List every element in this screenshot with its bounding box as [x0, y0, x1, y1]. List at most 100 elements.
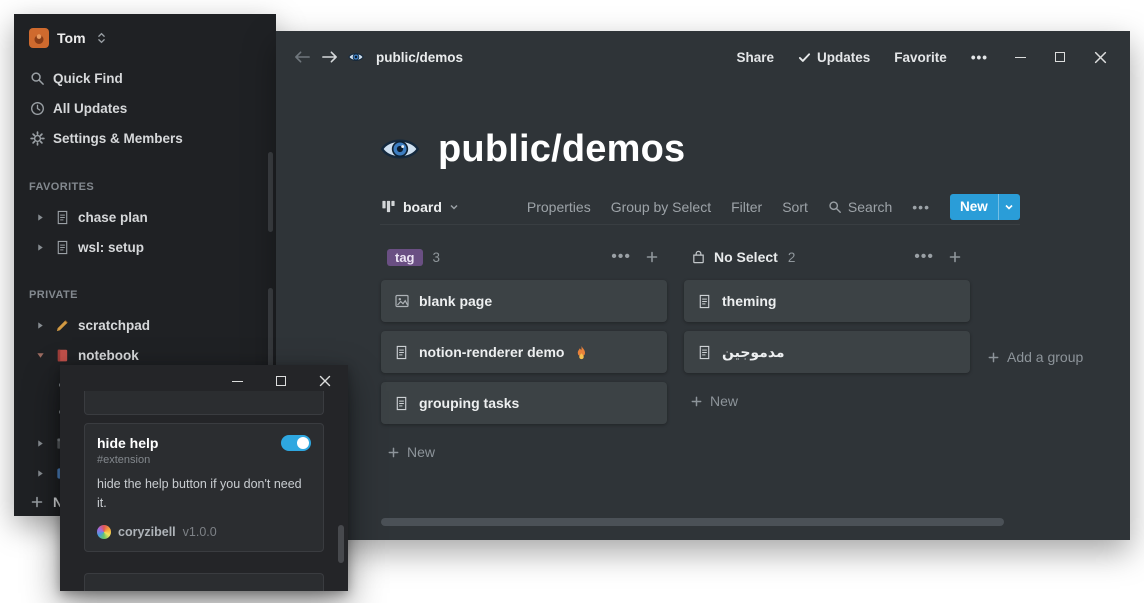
sidebar-page-label: chase plan: [78, 209, 148, 225]
expand-toggle-icon[interactable]: [34, 213, 46, 222]
page-title: public/demos: [438, 127, 686, 170]
updates-button[interactable]: Updates: [798, 50, 870, 65]
sidebar-item-label: Settings & Members: [53, 130, 183, 146]
view-more-button[interactable]: •••: [912, 199, 930, 215]
sidebar-page-chase-plan[interactable]: chase plan: [14, 203, 276, 231]
sidebar-scrollbar-thumb[interactable]: [268, 152, 273, 232]
group-header: No Select 2 •••: [684, 243, 970, 271]
group-add-card-button[interactable]: [645, 250, 659, 264]
close-button[interactable]: [318, 375, 332, 387]
red-book-icon: [54, 348, 70, 363]
search-label: Search: [847, 198, 893, 215]
expand-toggle-icon[interactable]: [34, 439, 46, 448]
back-button[interactable]: [294, 50, 311, 64]
close-button[interactable]: [1092, 51, 1108, 64]
group-name-label: No Select: [714, 249, 778, 265]
gear-icon: [29, 130, 45, 146]
fire-emoji: [573, 345, 590, 360]
group-add-card-button[interactable]: [948, 250, 962, 264]
board-card-grouping-tasks[interactable]: grouping tasks: [381, 382, 667, 424]
board-card-theming[interactable]: theming: [684, 280, 970, 322]
view-switcher-board[interactable]: board: [380, 199, 459, 215]
search-icon: [828, 200, 842, 214]
minimize-button[interactable]: [230, 380, 244, 382]
titlebar-actions: Share Updates Favorite •••: [736, 50, 1108, 65]
favorites-section-header: FAVORITES: [29, 181, 95, 193]
filter-button[interactable]: Filter: [731, 199, 762, 215]
group-name[interactable]: No Select: [690, 249, 778, 265]
new-button[interactable]: New: [949, 193, 1020, 220]
sidebar-page-label: scratchpad: [78, 317, 151, 333]
chevron-down-icon[interactable]: [999, 202, 1020, 212]
desktop: Tom Quick Find All Updates Settings & Me…: [0, 0, 1144, 603]
extension-popup-window: hide help #extension hide the help butto…: [60, 365, 348, 591]
share-button[interactable]: Share: [736, 50, 774, 65]
workspace-name: Tom: [57, 30, 86, 46]
chevron-down-icon: [449, 202, 459, 212]
extension-tag: #extension: [97, 454, 151, 466]
pencil-icon: [54, 318, 70, 333]
board-card-notion-renderer-demo[interactable]: notion-renderer demo: [381, 331, 667, 373]
page-eye-icon[interactable]: [380, 129, 420, 169]
sidebar-item-all-updates[interactable]: All Updates: [14, 94, 276, 122]
workspace-switcher[interactable]: Tom: [14, 24, 276, 52]
card-title: theming: [722, 293, 777, 309]
sort-button[interactable]: Sort: [782, 199, 808, 215]
sidebar-page-scratchpad[interactable]: scratchpad: [14, 311, 276, 339]
more-button[interactable]: •••: [971, 50, 988, 65]
add-group-label: Add a group: [1007, 349, 1084, 365]
add-card-label: New: [407, 444, 436, 460]
sidebar-page-wsl-setup[interactable]: wsl: setup: [14, 233, 276, 261]
popup-scrollbar-thumb[interactable]: [338, 525, 344, 563]
favorite-button[interactable]: Favorite: [894, 50, 947, 65]
group-more-button[interactable]: •••: [611, 248, 631, 266]
extension-card-partial[interactable]: [84, 573, 324, 591]
hide-help-toggle[interactable]: [281, 435, 311, 451]
add-card-label: New: [710, 393, 739, 409]
horizontal-scrollbar-thumb[interactable]: [381, 518, 1004, 526]
forward-button[interactable]: [321, 50, 338, 64]
group-header: tag 3 •••: [381, 243, 667, 271]
group-by-button[interactable]: Group by Select: [611, 199, 711, 215]
add-card-button[interactable]: New: [684, 387, 970, 415]
board-view: tag 3 ••• blank page notion-renderer dem…: [381, 243, 1144, 466]
minimize-button[interactable]: [1012, 56, 1028, 58]
extension-version: v1.0.0: [182, 524, 217, 539]
sidebar-item-settings-members[interactable]: Settings & Members: [14, 124, 276, 152]
maximize-button[interactable]: [1052, 52, 1068, 62]
group-count: 2: [787, 249, 796, 265]
sidebar-item-label: All Updates: [53, 100, 128, 116]
maximize-button[interactable]: [274, 376, 288, 386]
sidebar-page-label: wsl: setup: [78, 239, 145, 255]
new-button-label: New: [959, 199, 988, 214]
collapse-toggle-icon[interactable]: [34, 351, 46, 360]
card-title: blank page: [419, 293, 493, 309]
search-icon: [29, 71, 45, 86]
card-title: مدموجين: [722, 343, 785, 360]
sidebar-item-label: Quick Find: [53, 70, 123, 86]
expand-toggle-icon[interactable]: [34, 321, 46, 330]
extension-card-partial[interactable]: [84, 391, 324, 415]
sidebar-item-quick-find[interactable]: Quick Find: [14, 64, 276, 92]
board-card-blank-page[interactable]: blank page: [381, 280, 667, 322]
group-tag-badge[interactable]: tag: [387, 248, 423, 266]
page-icon: [696, 294, 713, 309]
group-more-button[interactable]: •••: [914, 248, 934, 266]
expand-toggle-icon[interactable]: [34, 469, 46, 478]
image-icon: [393, 293, 410, 309]
search-button[interactable]: Search: [828, 199, 892, 215]
check-icon: [798, 51, 811, 64]
breadcrumb[interactable]: public/demos: [376, 50, 463, 65]
add-card-button[interactable]: New: [381, 438, 667, 466]
card-title: notion-renderer demo: [419, 344, 565, 360]
page-header: public/demos: [380, 123, 685, 175]
properties-button[interactable]: Properties: [527, 199, 591, 215]
clock-icon: [29, 101, 45, 116]
add-group-button[interactable]: Add a group: [987, 243, 1144, 466]
workspace-avatar: [29, 28, 49, 48]
board-card-arabic[interactable]: مدموجين: [684, 331, 970, 373]
plus-icon: [690, 395, 703, 408]
sidebar-scrollbar-thumb[interactable]: [268, 288, 273, 368]
plus-icon: [987, 351, 1000, 364]
expand-toggle-icon[interactable]: [34, 243, 46, 252]
